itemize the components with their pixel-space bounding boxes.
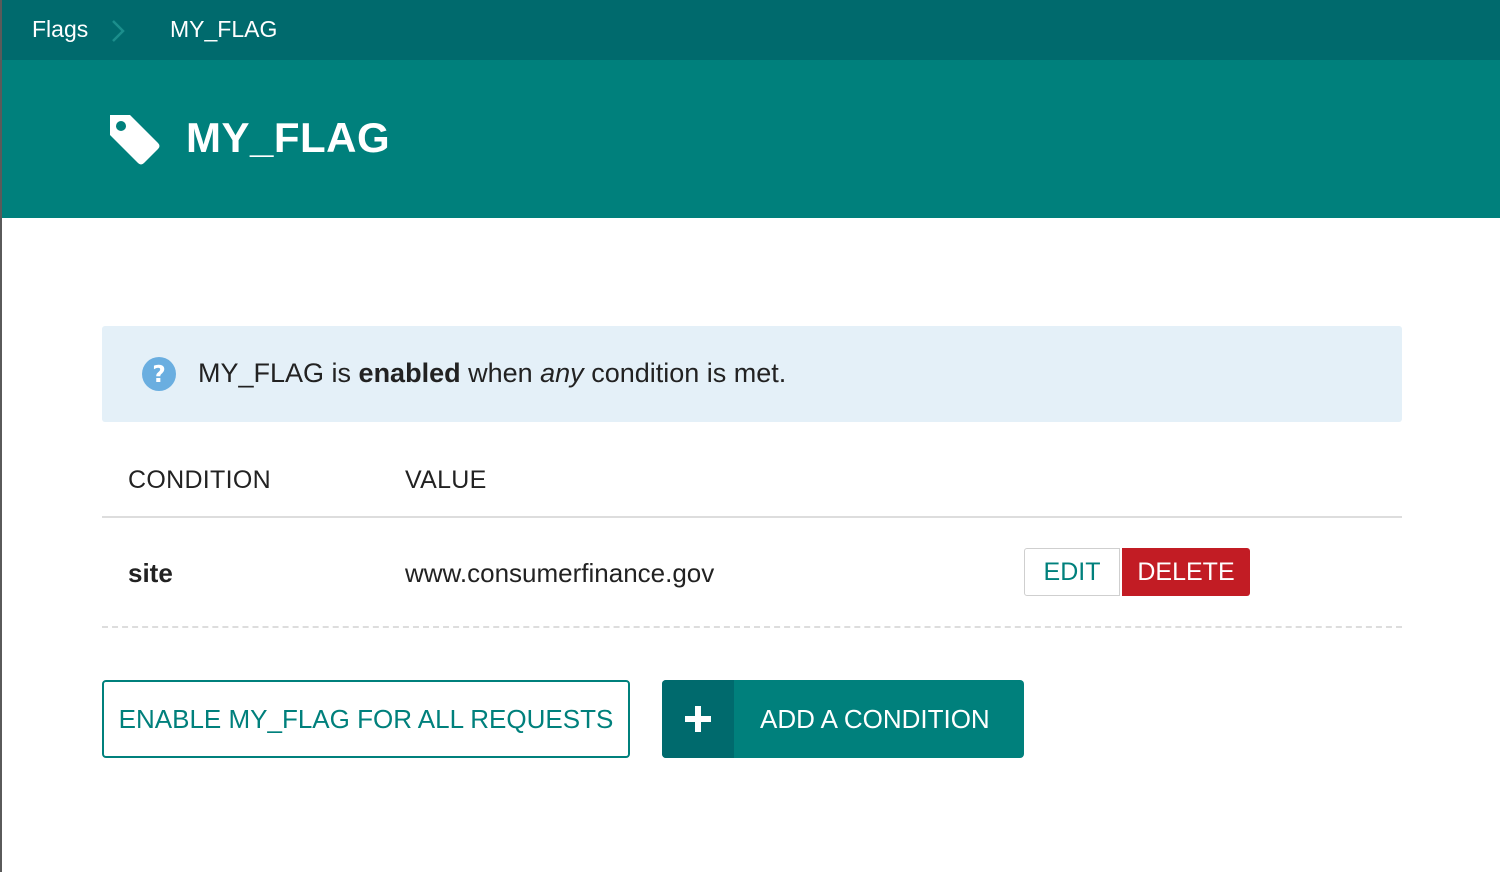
delete-button[interactable]: DELETE: [1122, 548, 1250, 596]
plus-icon: [685, 706, 711, 732]
enable-for-all-requests-button[interactable]: ENABLE MY_FLAG FOR ALL REQUESTS: [102, 680, 630, 758]
info-text-suffix: condition is met.: [583, 358, 787, 388]
breadcrumb-current: MY_FLAG: [170, 16, 278, 42]
chevron-right-icon: [112, 20, 125, 42]
breadcrumb: Flags MY_FLAG: [2, 0, 1500, 60]
info-text-bold: enabled: [358, 358, 461, 388]
info-callout: ? MY_FLAG is enabled when any condition …: [102, 326, 1402, 422]
condition-cell: site: [128, 558, 173, 588]
info-text-middle: when: [460, 358, 541, 388]
breadcrumb-flags-link[interactable]: Flags: [32, 16, 88, 43]
add-icon-panel: [662, 680, 734, 758]
page-header: MY_FLAG: [2, 60, 1500, 218]
add-condition-button[interactable]: ADD A CONDITION: [662, 680, 1024, 758]
column-header-value: VALUE: [405, 466, 487, 494]
column-header-condition: CONDITION: [128, 466, 271, 494]
page-title: MY_FLAG: [186, 114, 391, 161]
question-circle-icon: ?: [142, 357, 176, 391]
add-condition-label: ADD A CONDITION: [760, 704, 990, 734]
edit-button[interactable]: EDIT: [1024, 548, 1120, 596]
tag-icon: [110, 115, 160, 165]
info-text-prefix: MY_FLAG is: [198, 358, 359, 388]
info-text-italic: any: [540, 358, 584, 388]
info-message: MY_FLAG is enabled when any condition is…: [198, 358, 786, 389]
value-cell: www.consumerfinance.gov: [405, 558, 715, 588]
table-row-divider: [102, 626, 1402, 628]
svg-text:?: ?: [152, 362, 165, 388]
table-header-divider: [102, 516, 1402, 518]
